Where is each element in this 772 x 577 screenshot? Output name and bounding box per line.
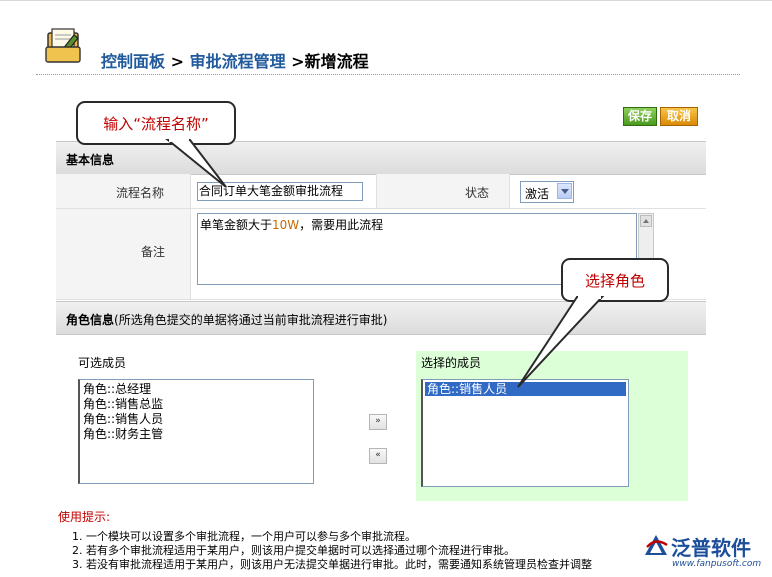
callout-pointer [165, 139, 227, 188]
callout-pointer-join [578, 295, 601, 299]
callout-pointers [165, 138, 605, 388]
callout-pointer [517, 296, 605, 388]
callout-pointer-join [169, 138, 189, 142]
